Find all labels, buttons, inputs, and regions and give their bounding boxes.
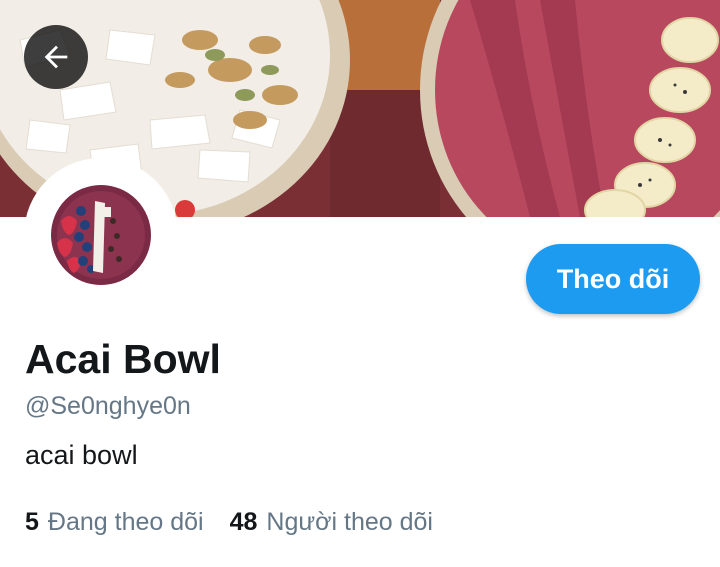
following-label: Đang theo dõi [47,508,204,536]
display-name: Acai Bowl [25,336,221,382]
bio-text: acai bowl [25,440,138,470]
avatar-image [47,181,155,289]
followers-stat[interactable]: 48 Người theo dõi [230,508,433,537]
profile-page: Theo dõi Acai Bowl @Se0nghye0n acai bowl… [0,0,720,567]
back-button[interactable] [24,25,88,89]
following-count: 5 [25,508,39,536]
followers-label: Người theo dõi [266,508,433,536]
followers-count: 48 [229,508,258,536]
avatar[interactable] [24,158,178,312]
follow-button[interactable]: Theo dõi [526,244,700,314]
arrow-left-icon [44,45,68,69]
follow-stats: 5 Đang theo dõi 48 Người theo dõi [25,508,433,537]
following-stat[interactable]: 5 Đang theo dõi [25,508,204,537]
username-handle: @Se0nghye0n [25,392,191,420]
